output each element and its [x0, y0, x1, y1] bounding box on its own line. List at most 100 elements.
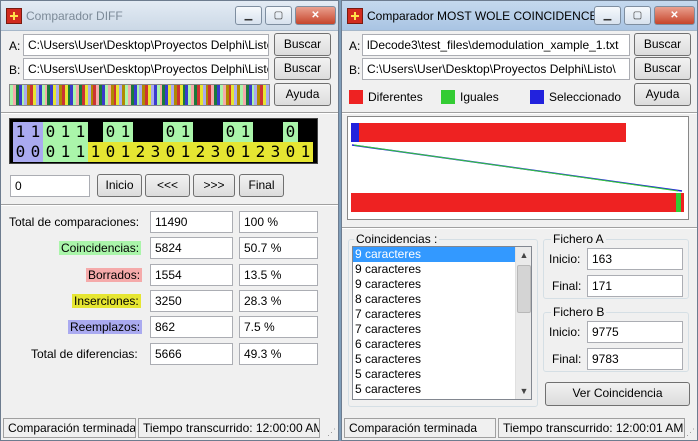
diff-char: [193, 122, 208, 142]
diff-char: 0: [283, 142, 298, 162]
buscar-b-button[interactable]: Buscar: [634, 57, 691, 80]
ayuda-button[interactable]: Ayuda: [634, 83, 691, 106]
list-item[interactable]: 5 caracteres: [353, 367, 531, 382]
diff-char: 2: [133, 142, 148, 162]
minimize-icon[interactable]: ▁: [594, 6, 621, 25]
diff-char: 0: [163, 122, 178, 142]
total-comparaciones-label: Total de comparaciones:: [9, 215, 140, 229]
list-item[interactable]: 6 caracteres: [353, 337, 531, 352]
reemplazos-value[interactable]: 862: [150, 316, 233, 338]
final-button[interactable]: Final: [239, 174, 284, 197]
coincidencias-list[interactable]: 9 caracteres 9 caracteres 9 caracteres 8 ca…: [352, 246, 532, 400]
buscar-b-button[interactable]: Buscar: [274, 57, 331, 80]
diff-char: 1: [298, 142, 313, 162]
diff-char: 2: [193, 142, 208, 162]
diff-char: 0: [28, 142, 43, 162]
list-scrollbar[interactable]: ▲ ▼: [515, 247, 531, 399]
diff-char: 3: [208, 142, 223, 162]
elapsed-time: Tiempo transcurrido: 12:00:00 AM: [138, 418, 320, 438]
list-item[interactable]: 9 caracteres: [353, 277, 531, 292]
close-icon[interactable]: ✕: [654, 6, 695, 25]
seleccionado-legend: Seleccionado: [549, 90, 622, 104]
coincidencias-pct[interactable]: 50.7 %: [239, 237, 318, 259]
fichero-b-final-label: Final:: [552, 352, 582, 366]
file-a-label: A:: [9, 39, 21, 53]
diff-view[interactable]: 11011 01 01 01 0 00011101230123012301: [9, 118, 318, 164]
inicio-button[interactable]: Inicio: [97, 174, 142, 197]
list-item[interactable]: 7 caracteres: [353, 307, 531, 322]
diff-char: 1: [178, 122, 193, 142]
list-item[interactable]: 5 caracteres: [353, 352, 531, 367]
diff-char: [88, 122, 103, 142]
file-b-label: B:: [9, 63, 21, 77]
coincidencias-title: Coincidencias :: [354, 232, 440, 246]
file-a-path-field[interactable]: lDecode3\test_files\demodulation_xample_…: [362, 34, 630, 56]
diff-char: 0: [223, 142, 238, 162]
diff-char: [208, 122, 223, 142]
reemplazos-label: Reemplazos:: [68, 320, 143, 334]
list-item[interactable]: 7 caracteres: [353, 322, 531, 337]
prev-button[interactable]: <<<: [145, 174, 190, 197]
title-bar[interactable]: Comparador MOST WOLE COINCIDENCE ▁ ▢ ✕: [342, 1, 697, 31]
reemplazos-pct[interactable]: 7.5 %: [239, 316, 318, 338]
diff-char: [148, 122, 163, 142]
status-text: Comparación terminada: [3, 418, 136, 438]
resize-grip-icon[interactable]: ⋰: [683, 426, 695, 438]
total-diferencias-value[interactable]: 5666: [150, 343, 233, 365]
list-item[interactable]: 8 caracteres: [353, 292, 531, 307]
scroll-down-icon[interactable]: ▼: [516, 383, 531, 399]
diff-char: 0: [103, 142, 118, 162]
total-comparaciones-pct[interactable]: 100 %: [239, 211, 318, 233]
next-button[interactable]: >>>: [193, 174, 235, 197]
fichero-a-inicio-field[interactable]: 163: [587, 248, 683, 270]
diff-char: 1: [58, 122, 73, 142]
fichero-a-final-label: Final:: [552, 279, 582, 293]
diff-char: [253, 122, 268, 142]
ver-coincidencia-button[interactable]: Ver Coincidencia: [545, 382, 690, 406]
file-b-path-field[interactable]: C:\Users\User\Desktop\Proyectos Delphi\L…: [362, 58, 630, 80]
coincidence-graph-svg: [351, 123, 684, 212]
diff-window: Comparador DIFF ▁ ▢ ✕ A: C:\Users\User\D…: [0, 0, 339, 441]
borrados-pct[interactable]: 13.5 %: [239, 264, 318, 286]
position-field[interactable]: 0: [10, 175, 90, 197]
fichero-a-final-field[interactable]: 171: [587, 275, 683, 297]
file-b-path-field[interactable]: C:\Users\User\Desktop\Proyectos Delphi\L…: [23, 58, 269, 80]
inserciones-pct[interactable]: 28.3 %: [239, 290, 318, 312]
diff-char: 2: [253, 142, 268, 162]
diferentes-legend: Diferentes: [368, 90, 423, 104]
maximize-icon[interactable]: ▢: [265, 6, 292, 25]
ayuda-button[interactable]: Ayuda: [274, 83, 331, 106]
scroll-thumb[interactable]: [517, 265, 531, 313]
minimize-icon[interactable]: ▁: [235, 6, 262, 25]
diff-char: 0: [43, 122, 58, 142]
diff-char: 1: [73, 142, 88, 162]
total-comparaciones-value[interactable]: 11490: [150, 211, 233, 233]
title-bar[interactable]: Comparador DIFF ▁ ▢ ✕: [1, 1, 338, 31]
scroll-up-icon[interactable]: ▲: [516, 247, 531, 263]
close-icon[interactable]: ✕: [295, 6, 336, 25]
buscar-a-button[interactable]: Buscar: [634, 33, 691, 56]
coincidence-graph[interactable]: [347, 116, 689, 220]
diff-color-strip[interactable]: [9, 84, 270, 106]
diff-char: 1: [13, 122, 28, 142]
fichero-b-final-field[interactable]: 9783: [587, 348, 683, 370]
file-b-bar: [351, 193, 684, 212]
status-bar: Comparación terminada Tiempo transcurrid…: [1, 414, 338, 440]
total-diferencias-pct[interactable]: 49.3 %: [239, 343, 318, 365]
inserciones-value[interactable]: 3250: [150, 290, 233, 312]
borrados-value[interactable]: 1554: [150, 264, 233, 286]
list-item[interactable]: 9 caracteres: [353, 247, 531, 262]
coincidencias-value[interactable]: 5824: [150, 237, 233, 259]
diff-char: 0: [163, 142, 178, 162]
diff-char: 1: [118, 122, 133, 142]
list-item[interactable]: 9 caracteres: [353, 262, 531, 277]
maximize-icon[interactable]: ▢: [624, 6, 651, 25]
file-a-path-field[interactable]: C:\Users\User\Desktop\Proyectos Delphi\L…: [23, 34, 269, 56]
resize-grip-icon[interactable]: ⋰: [324, 426, 336, 438]
file-b-match: [676, 193, 681, 212]
list-item[interactable]: 5 caracteres: [353, 382, 531, 397]
diff-char: 0: [283, 122, 298, 142]
buscar-a-button[interactable]: Buscar: [274, 33, 331, 56]
fichero-b-title: Fichero B: [551, 305, 607, 319]
fichero-b-inicio-field[interactable]: 9775: [587, 321, 683, 343]
